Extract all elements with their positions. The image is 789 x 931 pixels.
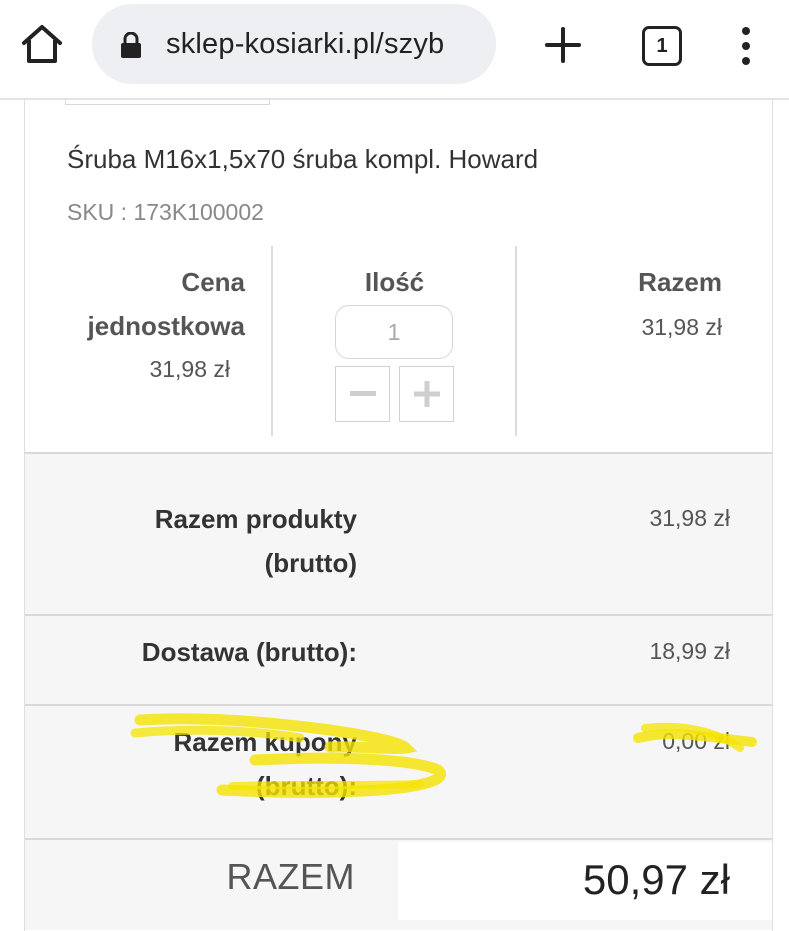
quantity-header: Ilość — [364, 267, 425, 297]
tab-switcher-icon[interactable]: 1 — [642, 26, 682, 66]
grand-total-value: 50,97 zł — [582, 856, 730, 903]
browser-toolbar: sklep-kosiarki.pl/szyb 1 — [0, 0, 789, 100]
column-divider — [515, 246, 517, 436]
column-divider — [271, 246, 273, 436]
grand-total-label: RAZEM — [226, 856, 355, 897]
product-sku: SKU : 173K100002 — [67, 199, 264, 225]
summary-divider — [25, 614, 772, 616]
address-bar[interactable]: sklep-kosiarki.pl/szyb — [92, 4, 496, 84]
tab-count: 1 — [656, 34, 668, 57]
unit-price-value: 31,98 zł — [149, 356, 230, 382]
quantity-increase-button[interactable] — [399, 366, 454, 422]
coupons-label: Razem kupony (brutto): — [173, 727, 358, 801]
coupons-value: 0,00 zł — [662, 728, 730, 754]
products-total-label: Razem produkty (brutto) — [154, 504, 357, 578]
more-vert-icon[interactable] — [734, 24, 758, 68]
product-name[interactable]: Śruba M16x1,5x70 śruba kompl. Howard — [67, 144, 538, 175]
lock-icon — [120, 31, 142, 58]
plus-small-icon — [413, 381, 440, 407]
shipping-label: Dostawa (brutto): — [141, 637, 357, 667]
quantity-input[interactable]: 1 — [335, 305, 453, 359]
url-fade — [456, 4, 496, 84]
summary-divider — [25, 838, 772, 840]
products-total-value: 31,98 zł — [649, 505, 730, 531]
url-text: sklep-kosiarki.pl/szyb — [166, 28, 445, 60]
total-header: Razem — [638, 267, 722, 297]
home-icon[interactable] — [18, 22, 66, 66]
minus-icon — [349, 391, 376, 396]
product-image-frame — [65, 100, 270, 105]
summary-divider — [25, 704, 772, 706]
line-total-value: 31,98 zł — [641, 314, 722, 340]
shipping-value: 18,99 zł — [649, 638, 730, 664]
quantity-decrease-button[interactable] — [335, 366, 390, 422]
plus-icon[interactable] — [540, 22, 586, 68]
unit-price-header: Cena jednostkowa — [87, 267, 245, 341]
